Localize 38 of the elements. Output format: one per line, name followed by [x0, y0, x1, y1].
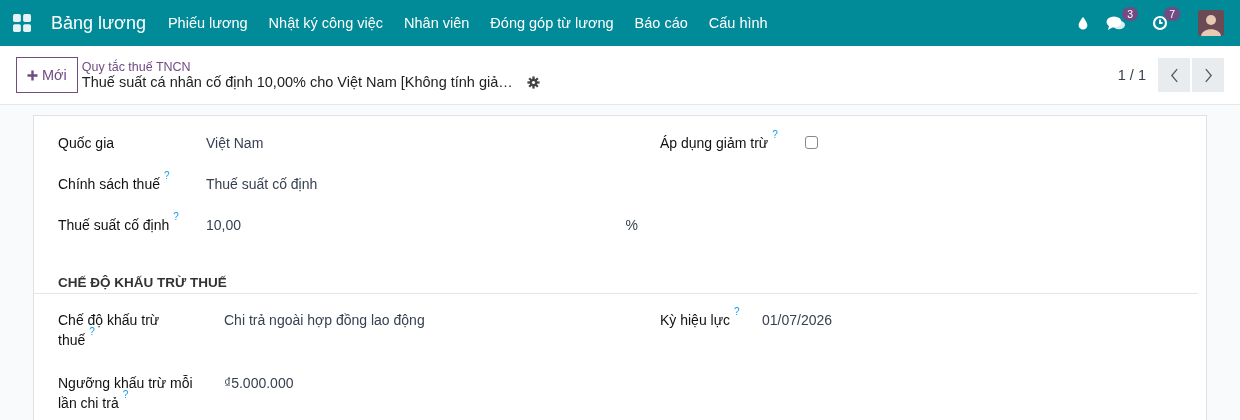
field-value[interactable]: Việt Nam [206, 133, 264, 153]
field-value[interactable]: Chi trả ngoài hợp đồng lao động [224, 310, 425, 330]
record-title: Thuế suất cá nhân cố định 10,00% cho Việt Nam [Không tính giả… [81, 74, 513, 90]
menu-item[interactable]: Nhật ký công việc [268, 15, 384, 31]
checkbox[interactable] [805, 136, 818, 149]
notification-badge: 7 [1164, 7, 1180, 21]
app-name[interactable]: Bảng lương [51, 12, 146, 34]
field-label: Thuế suất cố định $^{?}$ [58, 214, 180, 235]
apps-menu-icon[interactable] [13, 14, 31, 32]
field-value[interactable]: ₫5.000.000 [224, 373, 294, 393]
field-value[interactable]: 01/07/2026 [762, 310, 833, 330]
field-label: Kỳ hiệu lực $^{?}$ [660, 309, 741, 330]
field-label: Quốc gia [58, 134, 116, 153]
notification-badge: 3 [1122, 7, 1138, 21]
breadcrumb-link[interactable]: Quy tắc thuế TNCN [81, 60, 540, 74]
menu-item[interactable]: Cấu hình [708, 15, 768, 31]
clock-icon[interactable] [1152, 15, 1168, 31]
field-value[interactable]: 10,00 [206, 215, 242, 235]
new-button[interactable]: Mới [16, 57, 78, 93]
pager-counter: 1 / 1 [1117, 67, 1146, 83]
chevron-left-icon [1169, 67, 1179, 83]
drop-icon[interactable] [1076, 15, 1090, 31]
field-label: Chế độ khấu trừ thuế $^{?}$ [58, 311, 161, 350]
section-heading: CHẾ ĐỘ KHẤU TRỪ THUẾ [34, 275, 1198, 294]
field-label: Ngưỡng khấu trừ mỗi lần chi trả $^{?}$ [58, 374, 194, 413]
settings-icon[interactable] [526, 75, 540, 89]
chevron-right-icon [1203, 67, 1213, 83]
field-label: Chính sách thuế $^{?}$ [58, 173, 171, 194]
plus-icon [27, 69, 38, 81]
menu-item[interactable]: Báo cáo [634, 15, 688, 31]
chat-icon[interactable] [1106, 15, 1126, 31]
menu-item[interactable]: Phiếu lương [167, 15, 248, 31]
field-label: Áp dụng giảm trừ $^{?}$ [660, 132, 779, 153]
menu-item[interactable]: Đóng góp từ lương [490, 15, 614, 31]
field-value[interactable]: Thuế suất cố định [206, 174, 318, 194]
avatar[interactable] [1198, 10, 1224, 36]
menu-item[interactable]: Nhân viên [404, 15, 470, 31]
unit-label: % [625, 216, 638, 235]
